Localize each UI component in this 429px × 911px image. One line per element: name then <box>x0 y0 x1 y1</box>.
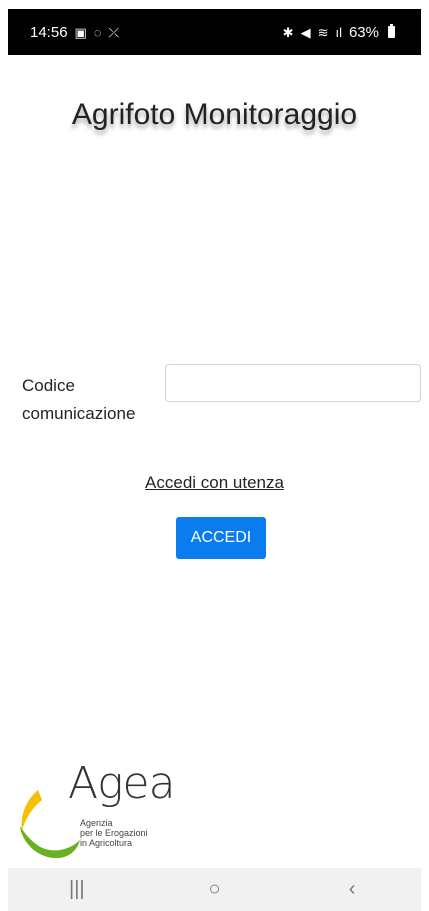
agea-logo: Agea Agenzia per le Erogazioni in Agrico… <box>16 758 176 868</box>
login-button[interactable]: ACCEDI <box>176 517 266 559</box>
code-input[interactable] <box>165 364 421 402</box>
clock: 14:56 <box>30 23 68 41</box>
code-label-line2: comunicazione <box>22 404 136 423</box>
mute-icon: ◀ <box>300 24 311 40</box>
home-icon[interactable]: ○ <box>184 878 244 901</box>
battery-icon <box>388 24 395 38</box>
bluetooth-icon: ✱ <box>282 24 294 40</box>
signal-icon: ıl <box>335 24 342 40</box>
logo-line3: in Agricoltura <box>80 838 133 848</box>
image-icon: ▣ <box>74 24 87 40</box>
recents-icon[interactable]: ||| <box>47 878 107 901</box>
code-label: Codice comunicazione <box>22 372 152 428</box>
logo-line1: Agenzia <box>80 818 113 828</box>
status-bar: 14:56 ▣ ◌ ⤫ ✱ ◀ ≋ ıl 63% <box>8 9 421 55</box>
back-icon[interactable]: ‹ <box>322 878 382 901</box>
whatsapp-icon: ◌ <box>93 24 102 40</box>
page-title: Agrifoto Monitoraggio <box>71 98 358 131</box>
code-label-line1: Codice <box>22 376 75 395</box>
wifi-icon: ≋ <box>317 24 329 40</box>
battery-percent: 63% <box>348 23 379 41</box>
login-with-user-link[interactable]: Accedi con utenza <box>0 473 429 493</box>
system-nav-bar: ||| ○ ‹ <box>8 868 421 911</box>
missed-call-icon: ⤫ <box>108 24 119 40</box>
logo-subtitle: Agenzia per le Erogazioni in Agricoltura <box>80 818 148 848</box>
logo-word: Agea <box>68 758 176 809</box>
logo-line2: per le Erogazioni <box>80 828 148 838</box>
